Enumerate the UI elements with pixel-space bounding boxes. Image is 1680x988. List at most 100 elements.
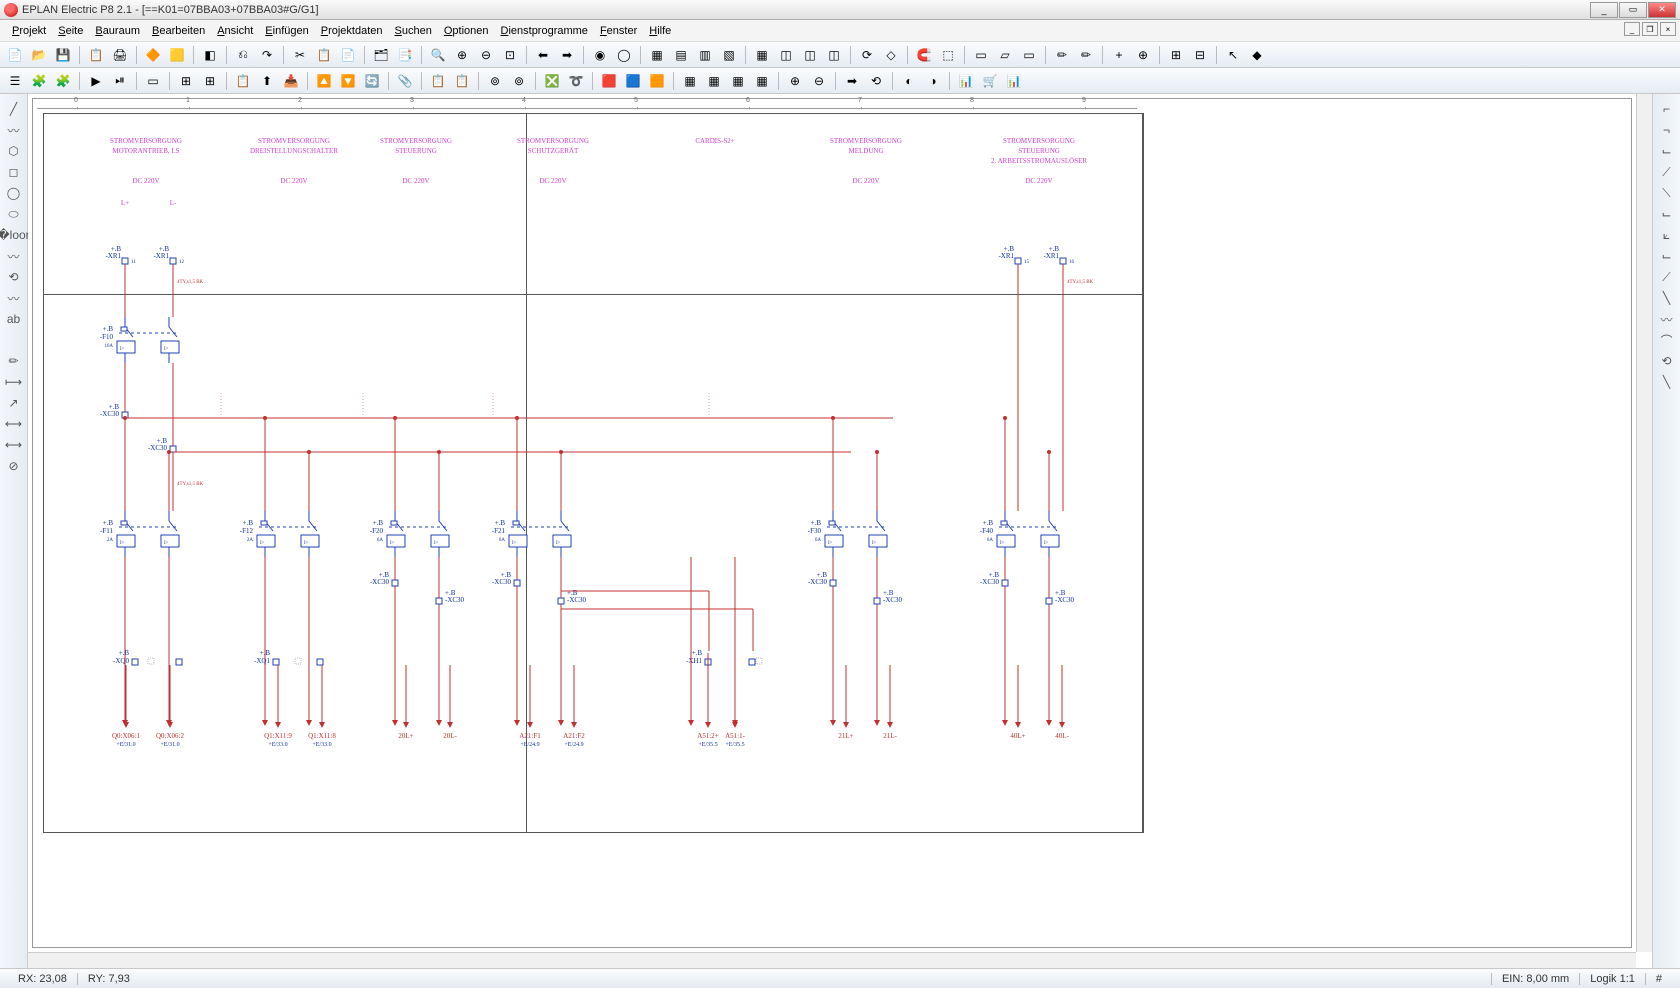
tb-btn-2[interactable]: 🧩 — [52, 70, 74, 92]
tb-btn-27[interactable]: ⬅ — [532, 44, 554, 66]
lt-btn-17[interactable]: ⊘ — [2, 456, 26, 476]
tb-btn-4[interactable]: 📋 — [85, 44, 107, 66]
tb-btn-25[interactable]: ⊡ — [499, 44, 521, 66]
tb-btn-16[interactable]: 📋 — [313, 44, 335, 66]
tb-btn-44[interactable]: ⟲ — [865, 70, 887, 92]
tb-btn-41[interactable]: ⊖ — [808, 70, 830, 92]
tb-btn-22[interactable]: 📋 — [427, 70, 449, 92]
rt-btn-9[interactable]: ╲ — [1655, 288, 1679, 308]
tb-btn-44[interactable]: ◇ — [880, 44, 902, 66]
tb-btn-36[interactable]: ▦ — [703, 70, 725, 92]
menu-projektdaten[interactable]: Projektdaten — [315, 23, 389, 39]
menu-projekt[interactable]: Projekt — [6, 23, 52, 39]
rt-btn-11[interactable]: ⌒ — [1655, 330, 1679, 350]
minimize-button[interactable]: _ — [1590, 2, 1618, 18]
tb-btn-31[interactable]: ◯ — [613, 44, 635, 66]
tb-btn-43[interactable]: ➡ — [841, 70, 863, 92]
rt-btn-2[interactable]: ⌙ — [1655, 141, 1679, 161]
tb-btn-38[interactable]: ▦ — [751, 44, 773, 66]
tb-btn-23[interactable]: ⊕ — [451, 44, 473, 66]
tb-btn-41[interactable]: ◫ — [823, 44, 845, 66]
menu-dienstprogramme[interactable]: Dienstprogramme — [495, 23, 594, 39]
tb-btn-12[interactable]: ⎌ — [232, 44, 254, 66]
menu-optionen[interactable]: Optionen — [438, 23, 495, 39]
tb-btn-16[interactable]: 🔼 — [313, 70, 335, 92]
tb-btn-1[interactable]: 📂 — [28, 44, 50, 66]
tb-btn-36[interactable]: ▧ — [718, 44, 740, 66]
lt-btn-8[interactable]: ⟲ — [2, 267, 26, 287]
lt-btn-2[interactable]: ⬡ — [2, 141, 26, 161]
tb-btn-7[interactable]: ▭ — [142, 70, 164, 92]
tb-btn-5[interactable]: ⏯ — [109, 70, 131, 92]
tb-btn-46[interactable]: ◐ — [898, 70, 920, 92]
tb-btn-25[interactable]: ⊚ — [484, 70, 506, 92]
tb-btn-12[interactable]: 📋 — [232, 70, 254, 92]
tb-btn-8[interactable]: 🟨 — [166, 44, 188, 66]
tb-btn-31[interactable]: 🟥 — [598, 70, 620, 92]
tb-btn-26[interactable]: ⊚ — [508, 70, 530, 92]
lt-btn-11[interactable] — [2, 330, 26, 350]
tb-btn-60[interactable]: ⊟ — [1189, 44, 1211, 66]
tb-btn-5[interactable]: 🖨 — [109, 44, 131, 66]
tb-btn-47[interactable]: ◑ — [922, 70, 944, 92]
tb-btn-51[interactable]: ▭ — [1018, 44, 1040, 66]
mdi-close[interactable]: × — [1660, 22, 1676, 36]
tb-btn-63[interactable]: ◆ — [1246, 44, 1268, 66]
tb-btn-34[interactable]: ▤ — [670, 44, 692, 66]
tb-btn-10[interactable]: ⊞ — [199, 70, 221, 92]
rt-btn-5[interactable]: ⌙ — [1655, 204, 1679, 224]
lt-btn-6[interactable]: �loor — [2, 225, 26, 245]
tb-btn-49[interactable]: ▭ — [970, 44, 992, 66]
rt-btn-1[interactable]: ¬ — [1655, 120, 1679, 140]
menu-suchen[interactable]: Suchen — [389, 23, 438, 39]
tb-btn-40[interactable]: ◫ — [799, 44, 821, 66]
tb-btn-14[interactable]: 📥 — [280, 70, 302, 92]
tb-btn-35[interactable]: ▦ — [679, 70, 701, 92]
tb-btn-9[interactable]: ⊞ — [175, 70, 197, 92]
lt-btn-0[interactable]: ╱ — [2, 99, 26, 119]
drawing-canvas[interactable]: STROMVERSORGUNGMOTORANTRIEB, LSSTROMVERS… — [32, 98, 1632, 948]
tb-btn-40[interactable]: ⊕ — [784, 70, 806, 92]
tb-btn-51[interactable]: 📊 — [1003, 70, 1025, 92]
lt-btn-4[interactable]: ◯ — [2, 183, 26, 203]
menu-bauraum[interactable]: Bauraum — [89, 23, 146, 39]
tb-btn-43[interactable]: ⟳ — [856, 44, 878, 66]
lt-btn-12[interactable]: ✏ — [2, 351, 26, 371]
tb-btn-35[interactable]: ▥ — [694, 44, 716, 66]
tb-btn-39[interactable]: ◫ — [775, 44, 797, 66]
tb-btn-46[interactable]: 🧲 — [913, 44, 935, 66]
tb-btn-29[interactable]: ➰ — [565, 70, 587, 92]
tb-btn-50[interactable]: 🛒 — [979, 70, 1001, 92]
tb-btn-23[interactable]: 📋 — [451, 70, 473, 92]
lt-btn-10[interactable]: ab — [2, 309, 26, 329]
tb-btn-54[interactable]: ✏ — [1075, 44, 1097, 66]
menu-ansicht[interactable]: Ansicht — [211, 23, 259, 39]
tb-btn-18[interactable]: 🔄 — [361, 70, 383, 92]
lt-btn-5[interactable]: ⬭ — [2, 204, 26, 224]
lt-btn-7[interactable]: 〰 — [2, 246, 26, 266]
tb-btn-49[interactable]: 📊 — [955, 70, 977, 92]
tb-btn-28[interactable]: ➡ — [556, 44, 578, 66]
tb-btn-37[interactable]: ▦ — [727, 70, 749, 92]
menu-hilfe[interactable]: Hilfe — [643, 23, 677, 39]
tb-btn-13[interactable]: ↷ — [256, 44, 278, 66]
tb-btn-20[interactable]: 📎 — [394, 70, 416, 92]
menu-fenster[interactable]: Fenster — [594, 23, 643, 39]
tb-btn-10[interactable]: ◧ — [199, 44, 221, 66]
close-button[interactable]: ✕ — [1648, 2, 1676, 18]
tb-btn-32[interactable]: 🟦 — [622, 70, 644, 92]
vertical-scrollbar[interactable] — [1636, 94, 1652, 952]
tb-btn-62[interactable]: ↖ — [1222, 44, 1244, 66]
tb-btn-19[interactable]: 🗂 — [370, 44, 392, 66]
lt-btn-14[interactable]: ↗ — [2, 393, 26, 413]
menu-einfügen[interactable]: Einfügen — [259, 23, 314, 39]
rt-btn-13[interactable]: ╲ — [1655, 372, 1679, 392]
rt-btn-10[interactable]: 〰 — [1655, 309, 1679, 329]
lt-btn-9[interactable]: 〰 — [2, 288, 26, 308]
tb-btn-20[interactable]: 📑 — [394, 44, 416, 66]
tb-btn-0[interactable]: ☰ — [4, 70, 26, 92]
mdi-minimize[interactable]: _ — [1624, 22, 1640, 36]
rt-btn-4[interactable]: ⟍ — [1655, 183, 1679, 203]
tb-btn-22[interactable]: 🔍 — [427, 44, 449, 66]
rt-btn-12[interactable]: ⟲ — [1655, 351, 1679, 371]
